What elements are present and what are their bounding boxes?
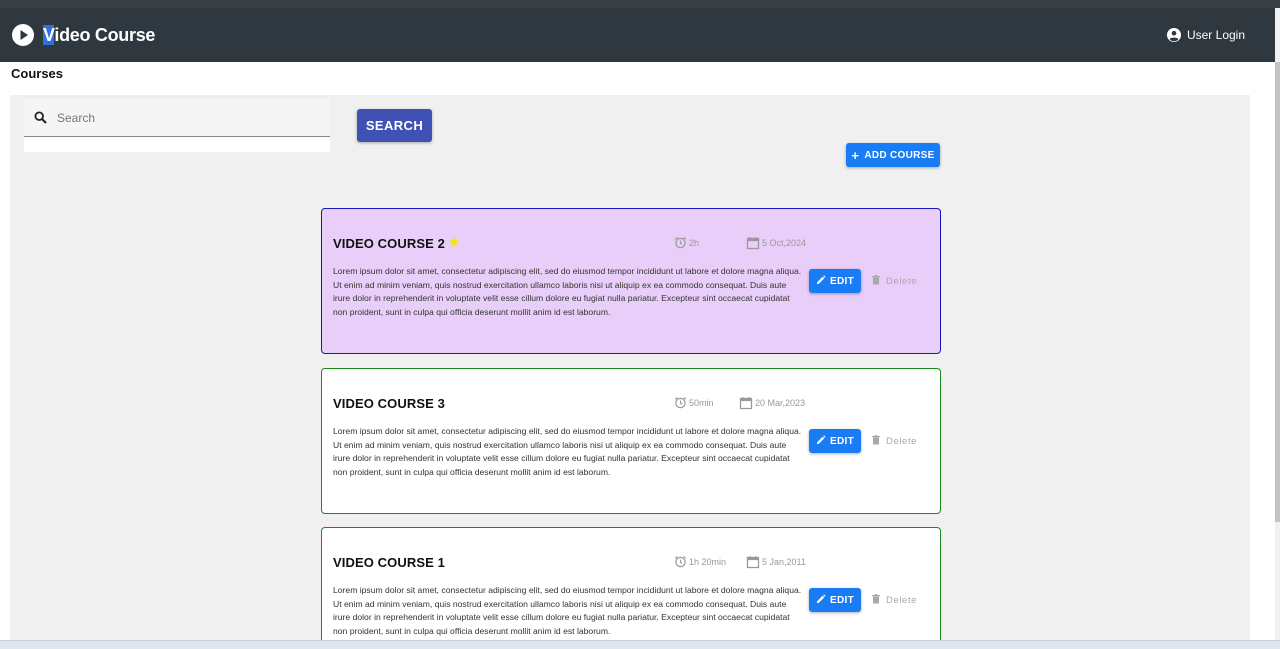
course-card[interactable]: VIDEO COURSE 2 2h 5 Oct,2024 Lorem ipsum… bbox=[321, 208, 941, 354]
trash-icon bbox=[872, 434, 880, 448]
edit-button[interactable]: EDIT bbox=[809, 588, 861, 612]
course-card[interactable]: VIDEO COURSE 3 50min 20 Mar,2023 Lorem i… bbox=[321, 368, 941, 514]
browser-tab-strip bbox=[0, 0, 1280, 8]
alarm-clock-icon bbox=[674, 396, 687, 409]
calendar-icon bbox=[739, 396, 753, 410]
pencil-icon bbox=[816, 274, 826, 288]
search-icon bbox=[34, 111, 47, 124]
account-circle-icon bbox=[1166, 28, 1181, 42]
alarm-clock-icon bbox=[674, 236, 687, 249]
edit-label: EDIT bbox=[830, 275, 854, 287]
course-duration: 50min bbox=[674, 396, 714, 409]
app-bar: Video Course User Login bbox=[0, 8, 1275, 62]
page-title: Courses bbox=[11, 66, 64, 81]
course-description: Lorem ipsum dolor sit amet, consectetur … bbox=[333, 266, 802, 317]
search-input[interactable] bbox=[57, 110, 307, 125]
course-title: VIDEO COURSE 2 bbox=[333, 236, 460, 251]
edit-label: EDIT bbox=[830, 594, 854, 606]
trash-icon bbox=[872, 274, 880, 288]
pencil-icon bbox=[816, 593, 826, 607]
delete-label: Delete bbox=[886, 435, 918, 447]
delete-button[interactable]: Delete bbox=[872, 590, 917, 610]
edit-label: EDIT bbox=[830, 435, 854, 447]
course-duration: 2h bbox=[674, 236, 699, 249]
edit-button[interactable]: EDIT bbox=[809, 269, 861, 293]
course-date: 5 Oct,2024 bbox=[746, 236, 806, 250]
user-login-button[interactable]: User Login bbox=[1166, 8, 1245, 62]
delete-button[interactable]: Delete bbox=[872, 271, 917, 291]
star-icon bbox=[448, 236, 460, 251]
courses-panel: SEARCH + ADD COURSE VIDEO COURSE 2 2h 5 … bbox=[10, 95, 1250, 640]
search-box bbox=[24, 99, 330, 152]
course-title: VIDEO COURSE 3 bbox=[333, 396, 445, 411]
user-login-label: User Login bbox=[1186, 28, 1245, 42]
course-card[interactable]: VIDEO COURSE 1 1h 20min 5 Jan,2011 Lorem… bbox=[321, 527, 941, 640]
course-title: VIDEO COURSE 1 bbox=[333, 555, 445, 570]
add-course-label: ADD COURSE bbox=[864, 149, 935, 161]
app-title[interactable]: Video Course bbox=[43, 24, 155, 46]
delete-label: Delete bbox=[886, 594, 918, 606]
course-date: 20 Mar,2023 bbox=[739, 396, 805, 410]
delete-button[interactable]: Delete bbox=[872, 431, 917, 451]
os-taskbar bbox=[0, 640, 1280, 649]
course-description: Lorem ipsum dolor sit amet, consectetur … bbox=[333, 426, 802, 477]
plus-icon: + bbox=[851, 147, 860, 163]
course-date: 5 Jan,2011 bbox=[746, 555, 806, 569]
add-course-button[interactable]: + ADD COURSE bbox=[846, 143, 940, 167]
pencil-icon bbox=[816, 434, 826, 448]
alarm-clock-icon bbox=[674, 555, 687, 568]
calendar-icon bbox=[746, 555, 760, 569]
edit-button[interactable]: EDIT bbox=[809, 429, 861, 453]
trash-icon bbox=[872, 593, 880, 607]
course-duration: 1h 20min bbox=[674, 555, 726, 568]
play-circle-icon[interactable] bbox=[12, 24, 34, 46]
calendar-icon bbox=[746, 236, 760, 250]
delete-label: Delete bbox=[886, 275, 918, 287]
search-field[interactable] bbox=[24, 99, 330, 137]
course-description: Lorem ipsum dolor sit amet, consectetur … bbox=[333, 585, 802, 636]
search-button[interactable]: SEARCH bbox=[357, 109, 432, 142]
page-scrollbar-thumb[interactable] bbox=[1275, 62, 1280, 522]
